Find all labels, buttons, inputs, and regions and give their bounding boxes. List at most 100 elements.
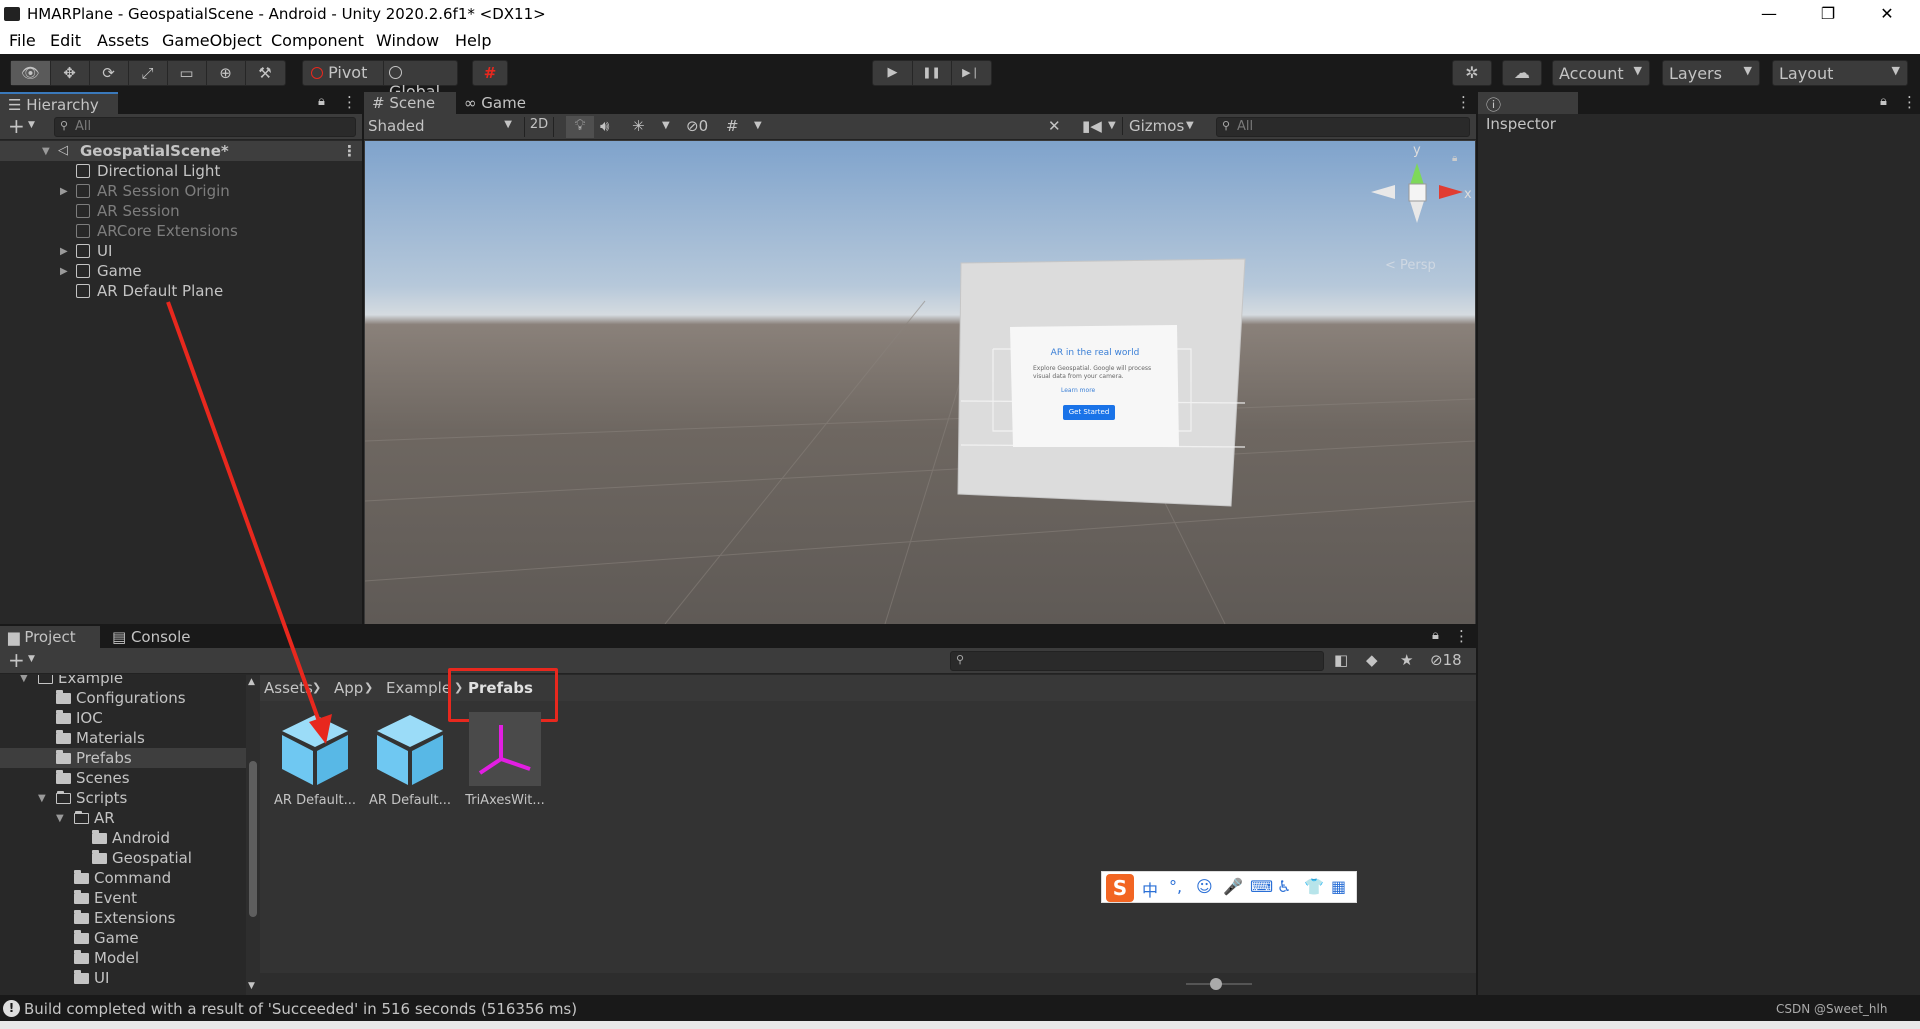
ime-apps-icon[interactable]: ▦ [1331, 877, 1346, 896]
expand-arrow-icon[interactable]: ▼ [38, 789, 46, 809]
scroll-down-icon[interactable]: ▼ [248, 981, 255, 991]
folder-item[interactable]: ▼ Scripts [0, 788, 246, 808]
restore-button[interactable]: ❐ [1803, 0, 1853, 28]
toggle-2d-button[interactable]: 2D [524, 117, 554, 137]
ime-chinese-mode-icon[interactable]: 中 [1142, 877, 1158, 901]
status-message[interactable]: Build completed with a result of 'Succee… [24, 1000, 577, 1018]
scene-search[interactable]: ⚲ All [1216, 117, 1470, 137]
pivot-toggle[interactable]: Pivot [311, 63, 367, 82]
hidden-packages-toggle[interactable]: ⊘18 [1430, 651, 1462, 669]
scale-tool-icon[interactable]: ⤢ [128, 61, 168, 85]
filter-type-icon[interactable]: ◧ [1334, 651, 1348, 669]
play-button[interactable]: ▶ [873, 61, 913, 85]
folder-item[interactable]: Android [0, 828, 246, 848]
folder-item[interactable]: Event [0, 888, 246, 908]
folder-item[interactable]: Game [0, 928, 246, 948]
custom-tool-icon[interactable]: ⚒ [245, 61, 285, 85]
folder-item[interactable]: ▼ Example [0, 675, 246, 688]
create-dropdown-icon[interactable]: ▼ [28, 654, 35, 664]
collab-button[interactable]: ✲ [1452, 60, 1492, 86]
hierarchy-item[interactable]: Directional Light [0, 161, 362, 181]
folder-item[interactable]: Scenes [0, 768, 246, 788]
tab-project[interactable]: ▆ Project [0, 626, 100, 648]
expand-arrow-icon[interactable]: ▼ [20, 675, 28, 689]
scene-viewport[interactable]: AR in the real world Explore Geospatial.… [365, 141, 1475, 624]
folder-item[interactable]: Extensions [0, 908, 246, 928]
scroll-thumb[interactable] [249, 761, 257, 917]
transform-tool-icon[interactable]: ⊕ [206, 61, 246, 85]
hierarchy-item[interactable]: ARCore Extensions [0, 221, 362, 241]
menu-window[interactable]: Window [376, 31, 439, 50]
breadcrumb-app[interactable]: App [334, 675, 363, 701]
folder-item[interactable]: UI [0, 968, 246, 988]
rotate-tool-icon[interactable]: ⟳ [89, 61, 129, 85]
account-dropdown[interactable]: Account ▼ [1552, 60, 1650, 86]
tools-icon[interactable]: ✕ [1048, 117, 1061, 135]
layers-dropdown[interactable]: Layers ▼ [1662, 60, 1760, 86]
grid-snap-button[interactable]: # [472, 60, 508, 86]
pause-button[interactable]: ❚❚ [912, 61, 952, 85]
tab-game[interactable]: ∞ Game [456, 92, 536, 114]
expand-arrow-icon[interactable]: ▶ [60, 242, 68, 262]
ime-keyboard-icon[interactable]: ⌨ [1250, 877, 1273, 896]
gizmos-button[interactable]: Gizmos [1122, 117, 1190, 135]
step-button[interactable]: ▶❘ [951, 61, 991, 85]
create-dropdown-icon[interactable]: ▼ [28, 120, 35, 130]
tree-scrollbar[interactable]: ▲ ▼ [246, 675, 260, 995]
panel-menu-icon[interactable]: ⋮ [342, 93, 357, 111]
folder-item[interactable]: Command [0, 868, 246, 888]
expand-arrow-icon[interactable]: ▶ [60, 262, 68, 282]
hierarchy-item[interactable]: AR Session [0, 201, 362, 221]
breadcrumb-example[interactable]: Example [386, 675, 451, 701]
effects-icon[interactable]: ✳ [632, 117, 645, 135]
camera-dropdown-icon[interactable]: ▼ [1108, 120, 1116, 131]
ime-emoji-icon[interactable]: ☺ [1196, 877, 1213, 896]
panel-menu-icon[interactable]: ⋮ [1456, 93, 1471, 111]
breadcrumb-assets[interactable]: Assets [264, 675, 313, 701]
scene-row[interactable]: ▼ ◁ GeospatialScene* ⋮ [0, 141, 362, 161]
create-button[interactable]: + [8, 114, 25, 138]
expand-arrow-icon[interactable]: ▼ [56, 809, 64, 829]
menu-help[interactable]: Help [455, 31, 491, 50]
panel-menu-icon[interactable]: ⋮ [1454, 627, 1469, 645]
hierarchy-item[interactable]: ▶ UI [0, 241, 362, 261]
hidden-objects-toggle[interactable]: ⊘0 [686, 117, 708, 135]
zoom-slider-thumb[interactable] [1210, 978, 1222, 990]
hierarchy-search[interactable]: ⚲ All [54, 117, 356, 137]
close-button[interactable]: ✕ [1862, 0, 1912, 28]
menu-edit[interactable]: Edit [50, 31, 81, 50]
orientation-gizmo[interactable] [1367, 149, 1467, 259]
asset-item[interactable]: TriAxesWit... [460, 711, 550, 808]
gizmos-dropdown-icon[interactable]: ▼ [1186, 120, 1194, 131]
hierarchy-item[interactable]: ▶ AR Session Origin [0, 181, 362, 201]
create-button[interactable]: + [8, 648, 25, 672]
gizmo-lock-icon[interactable]: 🔒︎ [1452, 153, 1457, 164]
persp-label[interactable]: < Persp [1385, 258, 1436, 273]
lock-icon[interactable]: 🔒︎ [318, 94, 325, 109]
ime-accessibility-icon[interactable]: ♿ [1277, 877, 1291, 896]
menu-assets[interactable]: Assets [97, 31, 149, 50]
folder-item[interactable]: Geospatial [0, 848, 246, 868]
folder-item[interactable]: IOC [0, 708, 246, 728]
cloud-button[interactable]: ☁ [1502, 60, 1542, 86]
filter-label-icon[interactable]: ◆ [1366, 651, 1378, 669]
rect-tool-icon[interactable]: ▭ [167, 61, 207, 85]
view-tool-icon[interactable]: 👁 [11, 61, 51, 85]
folder-item[interactable]: Prefabs [0, 748, 246, 768]
folder-item[interactable]: ▼ AR [0, 808, 246, 828]
minimize-button[interactable]: — [1744, 0, 1794, 28]
lock-icon[interactable]: 🔒︎ [1880, 94, 1887, 109]
folder-item[interactable]: Model [0, 948, 246, 968]
hierarchy-item[interactable]: AR Default Plane [0, 281, 362, 301]
asset-item[interactable]: AR Default... [270, 711, 360, 808]
favorites-icon[interactable]: ★ [1400, 651, 1413, 669]
panel-menu-icon[interactable]: ⋮ [1902, 93, 1917, 111]
layout-dropdown[interactable]: Layout ▼ [1772, 60, 1908, 86]
camera-icon[interactable]: ▮◀ [1082, 117, 1102, 135]
asset-item[interactable]: AR Default... [365, 711, 455, 808]
lighting-icon[interactable]: 💡︎ [566, 116, 594, 138]
tab-inspector[interactable]: ⓘ Inspector [1478, 92, 1578, 133]
folder-item[interactable]: Materials [0, 728, 246, 748]
menu-gameobject[interactable]: GameObject [162, 31, 262, 50]
ime-voice-icon[interactable]: 🎤 [1223, 877, 1243, 896]
